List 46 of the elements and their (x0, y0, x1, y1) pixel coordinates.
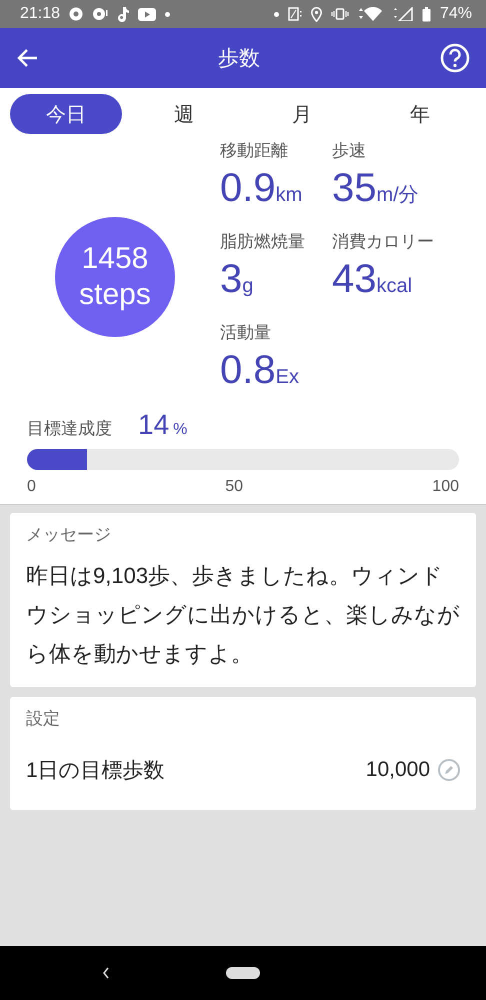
metric-label: 活動量 (220, 322, 272, 344)
period-tab[interactable]: 月 (246, 94, 358, 134)
step-count: 1458 (82, 240, 148, 276)
pencil-icon (438, 759, 460, 781)
metric-value: 3g (220, 256, 254, 303)
card-title: メッセージ (26, 524, 112, 546)
vibrate-icon (330, 8, 349, 20)
goal-percent: 14% (138, 409, 188, 441)
step-unit: steps (79, 276, 151, 312)
axis-tick: 50 (225, 478, 243, 496)
metric-value: 35m/分 (332, 165, 420, 212)
battery-icon (422, 6, 431, 22)
back-nav-icon (102, 967, 110, 979)
status-time: 21:18 (20, 5, 60, 23)
screen-title: 歩数 (218, 46, 260, 72)
nfc-icon (288, 7, 302, 21)
axis-tick: 0 (27, 478, 36, 496)
axis-tick: 100 (432, 478, 459, 496)
goal-label: 目標達成度 (27, 418, 112, 440)
metric-label: 消費カロリー (332, 231, 435, 253)
location-icon (310, 6, 322, 22)
metric-label: 脂肪燃焼量 (220, 231, 306, 253)
period-tab[interactable]: 週 (128, 94, 240, 134)
message-text: 昨日は9,103歩、歩きましたね。ウィンドウショッピングに出かけると、楽しみながら体を動かせますよ。 (26, 562, 460, 668)
setting-value: 10,000 (366, 758, 430, 782)
back-button[interactable] (16, 48, 38, 68)
music-note-icon (117, 6, 130, 22)
signal-icon (392, 7, 413, 21)
metric-value: 43kcal (332, 256, 414, 303)
metric-value: 0.9km (220, 165, 304, 212)
wifi-icon (358, 7, 384, 21)
help-button[interactable] (440, 43, 470, 73)
period-tab[interactable]: 年 (364, 94, 476, 134)
home-pill-icon (226, 967, 260, 979)
metric-label: 移動距離 (220, 140, 289, 162)
battery-percent: 74% (440, 5, 472, 23)
video-play-icon (138, 8, 156, 20)
metric-label: 歩速 (332, 140, 367, 162)
dot-icon (165, 12, 170, 16)
help-icon (440, 43, 470, 73)
back-arrow-icon (16, 48, 38, 68)
setting-label: 1日の目標歩数 (26, 758, 165, 784)
dot-icon (274, 12, 279, 16)
card-title: 設定 (26, 708, 61, 730)
metric-value: 0.8Ex (220, 347, 300, 394)
period-tab[interactable]: 今日 (10, 94, 122, 134)
